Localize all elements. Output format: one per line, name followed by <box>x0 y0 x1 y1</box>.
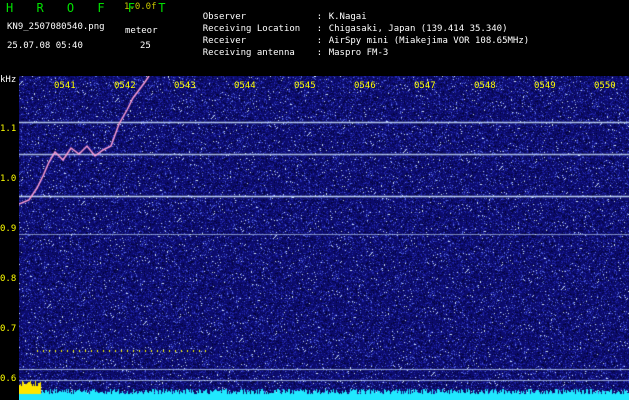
spectrogram-panel <box>19 76 629 400</box>
app-version: 1.0.0f <box>124 2 157 12</box>
x-tick-label: 0541 <box>54 81 76 91</box>
x-tick-label: 0550 <box>594 81 616 91</box>
info-antenna-key: Receiving antenna <box>202 48 295 58</box>
spectrogram-canvas <box>19 76 629 400</box>
hrofft-window: H R O F F T 1.0.0f KN9_2507080540.png me… <box>0 0 629 400</box>
x-tick-label: 0546 <box>354 81 376 91</box>
x-tick-label: 0545 <box>294 81 316 91</box>
y-tick-label: 0.6 <box>0 374 17 384</box>
info-colon: : <box>316 48 323 58</box>
info-antenna-value: Maspro FM-3 <box>328 48 389 58</box>
info-antenna-row: Receiving antenna: Maspro FM-3 <box>181 40 389 67</box>
meteor-label: meteor <box>125 26 158 36</box>
y-tick-label: 0.8 <box>0 274 17 284</box>
y-axis-unit: kHz <box>0 75 17 85</box>
capture-datetime: 25.07.08 05:40 <box>7 41 83 51</box>
x-tick-label: 0547 <box>414 81 436 91</box>
y-tick-label: 1.1 <box>0 124 17 134</box>
y-tick-label: 0.9 <box>0 224 17 234</box>
x-tick-label: 0548 <box>474 81 496 91</box>
y-tick-label: 1.0 <box>0 174 17 184</box>
x-tick-label: 0549 <box>534 81 556 91</box>
meteor-count: 25 <box>140 41 151 51</box>
y-tick-label: 0.7 <box>0 324 17 334</box>
x-tick-label: 0542 <box>114 81 136 91</box>
x-tick-label: 0544 <box>234 81 256 91</box>
x-tick-label: 0543 <box>174 81 196 91</box>
file-name: KN9_2507080540.png <box>7 22 105 32</box>
